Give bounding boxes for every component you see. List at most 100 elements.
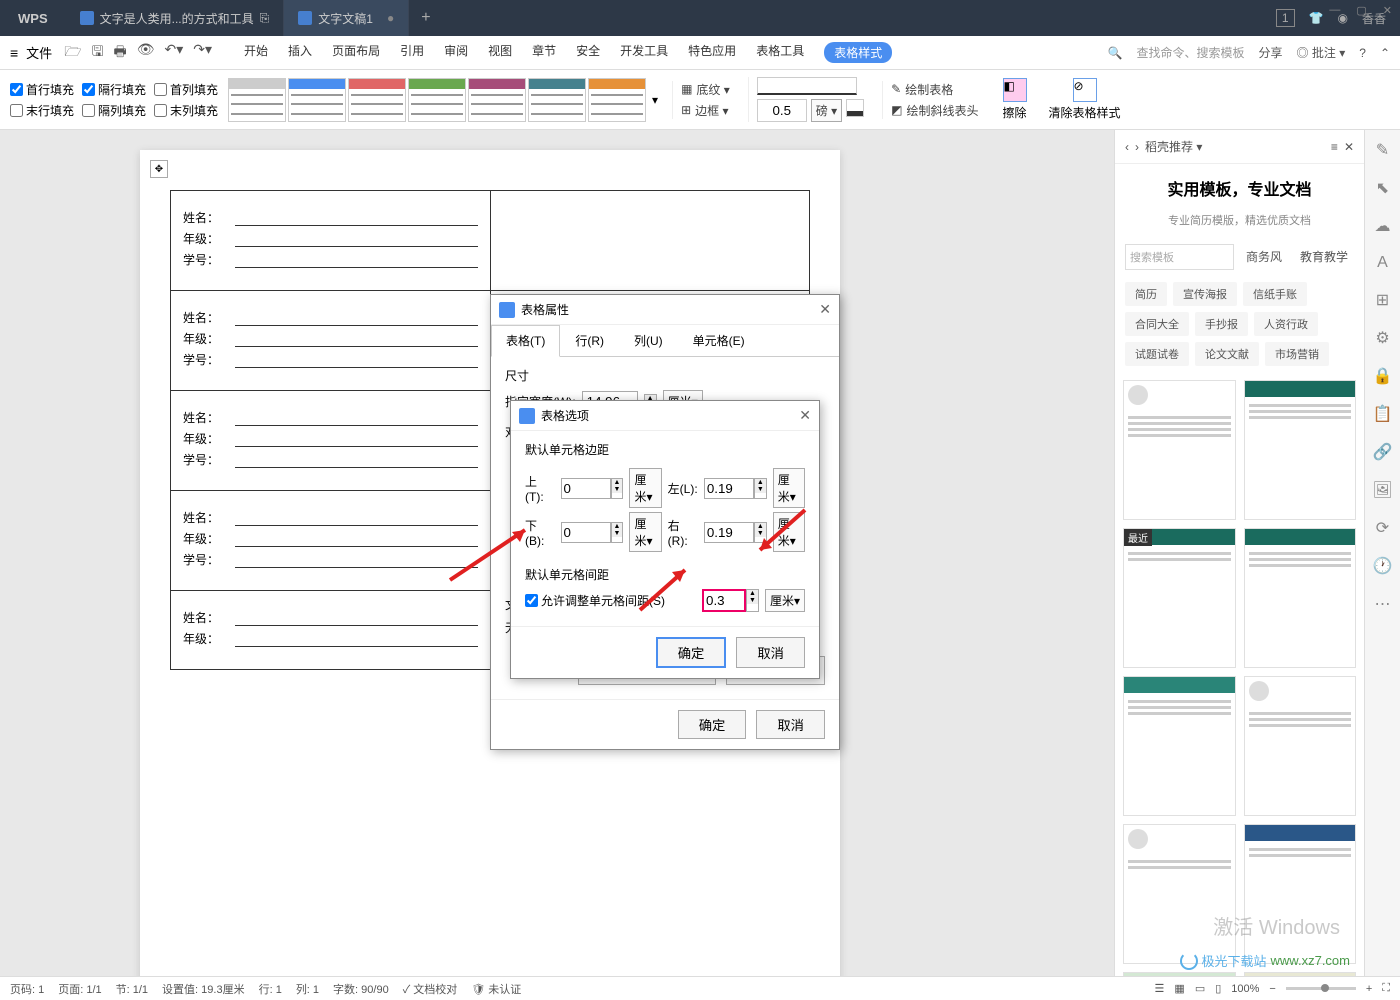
preview-icon[interactable]: 👁	[137, 41, 155, 65]
status-page-no[interactable]: 页码: 1	[10, 981, 44, 997]
unit[interactable]: 厘米▾	[773, 512, 805, 552]
cloud-icon[interactable]: ☁	[1375, 216, 1391, 236]
zoom-out-button[interactable]: −	[1269, 983, 1275, 995]
tab-dev-tools[interactable]: 开发工具	[620, 42, 668, 63]
select-icon[interactable]: ⬉	[1376, 178, 1389, 198]
help-button[interactable]: ?	[1359, 46, 1366, 60]
spinner[interactable]: ▲▼	[754, 522, 767, 543]
new-tab-button[interactable]: +	[409, 9, 442, 27]
table-cell[interactable]: 姓名： 年级： 学号：	[171, 191, 491, 291]
table-icon[interactable]: ⊞	[1376, 290, 1389, 310]
panel-nav-next-icon[interactable]: ›	[1135, 140, 1139, 154]
border-button[interactable]: ⊞边框 ▾	[681, 102, 730, 119]
last-row-fill-checkbox[interactable]: 末行填充	[10, 102, 74, 119]
status-col[interactable]: 列: 1	[296, 981, 319, 997]
print-icon[interactable]: 🖶	[114, 41, 127, 65]
table-move-handle[interactable]: ✥	[150, 160, 168, 178]
view-mode-icon[interactable]: ▦	[1174, 982, 1184, 995]
table-cell[interactable]: 姓名： 年级： 学号：	[171, 491, 491, 591]
template-search[interactable]: 搜索模板	[1125, 244, 1234, 270]
eraser-button[interactable]: ◧ 擦除	[997, 78, 1033, 121]
border-style-dropdown[interactable]	[757, 77, 857, 95]
tab-security[interactable]: 安全	[576, 42, 600, 63]
first-col-fill-checkbox[interactable]: 首列填充	[154, 81, 218, 98]
lock-icon[interactable]: 🔒	[1373, 366, 1393, 386]
tag-item[interactable]: 市场营销	[1265, 342, 1329, 366]
document-tab-2-active[interactable]: 文字文稿1 ●	[284, 0, 409, 36]
fullscreen-icon[interactable]: ⛶	[1382, 982, 1390, 995]
zoom-label[interactable]: 100%	[1231, 983, 1259, 995]
spinner[interactable]: ▲▼	[611, 522, 624, 543]
annotate-button[interactable]: ◎ 批注 ▾	[1297, 44, 1346, 61]
top-input[interactable]	[561, 478, 611, 499]
alt-row-fill-checkbox[interactable]: 隔行填充	[82, 81, 146, 98]
panel-close-icon[interactable]: ✕	[1344, 140, 1354, 154]
view-mode-icon[interactable]: ▭	[1195, 982, 1205, 995]
tag-item[interactable]: 手抄报	[1195, 312, 1248, 336]
view-mode-icon[interactable]: ▯	[1215, 982, 1221, 995]
spacing-input[interactable]	[702, 589, 746, 612]
panel-title[interactable]: 稻壳推荐 ▾	[1145, 138, 1202, 155]
refresh-icon[interactable]: ⟳	[1376, 518, 1389, 538]
settings-icon[interactable]: ⚙	[1375, 328, 1389, 348]
tag-item[interactable]: 信纸手账	[1243, 282, 1307, 306]
tab-table-tools[interactable]: 表格工具	[756, 42, 804, 63]
spinner[interactable]: ▲▼	[746, 589, 759, 612]
ok-button[interactable]: 确定	[678, 710, 747, 739]
unit[interactable]: 厘米▾	[629, 468, 661, 508]
status-setting[interactable]: 设置值: 19.3厘米	[162, 981, 245, 997]
panel-nav-prev-icon[interactable]: ‹	[1125, 140, 1129, 154]
style-thumb[interactable]	[288, 78, 346, 122]
template-thumb[interactable]	[1244, 824, 1357, 964]
style-thumb[interactable]	[408, 78, 466, 122]
shading-button[interactable]: ▦底纹 ▾	[681, 81, 730, 98]
alt-col-fill-checkbox[interactable]: 隔列填充	[82, 102, 146, 119]
tab-column[interactable]: 列(U)	[619, 325, 678, 356]
edit-icon[interactable]: ✎	[1376, 140, 1389, 160]
template-thumb[interactable]	[1123, 676, 1236, 816]
dialog-close-button[interactable]: ✕	[799, 407, 811, 424]
tab-reference[interactable]: 引用	[400, 42, 424, 63]
view-mode-icon[interactable]: ☰	[1155, 982, 1165, 995]
dialog-close-button[interactable]: ✕	[819, 301, 831, 318]
first-row-fill-checkbox[interactable]: 首行填充	[10, 81, 74, 98]
unit[interactable]: 厘米▾	[629, 512, 661, 552]
status-page[interactable]: 页面: 1/1	[58, 981, 101, 997]
style-thumb[interactable]	[528, 78, 586, 122]
tab-page-layout[interactable]: 页面布局	[332, 42, 380, 63]
text-icon[interactable]: A	[1377, 254, 1388, 272]
right-input[interactable]	[704, 522, 754, 543]
bottom-input[interactable]	[561, 522, 611, 543]
border-width-input[interactable]	[757, 99, 807, 122]
document-tab-1[interactable]: 文字是人类用...的方式和工具 ⎘	[66, 0, 285, 36]
unit[interactable]: 厘米▾	[765, 589, 805, 612]
draw-diagonal-button[interactable]: ◩绘制斜线表头	[891, 102, 978, 119]
table-cell[interactable]	[490, 191, 810, 291]
status-words[interactable]: 字数: 90/90	[333, 981, 389, 997]
template-thumb[interactable]	[1123, 824, 1236, 964]
tab-insert[interactable]: 插入	[288, 42, 312, 63]
filter-business[interactable]: 商务风	[1240, 244, 1288, 270]
status-section[interactable]: 节: 1/1	[116, 981, 148, 997]
hamburger-icon[interactable]: ≡	[10, 45, 18, 61]
notification-badge[interactable]: 1	[1276, 9, 1295, 27]
template-thumb[interactable]	[1244, 676, 1357, 816]
zoom-slider[interactable]	[1286, 987, 1356, 990]
cancel-button[interactable]: 取消	[756, 710, 825, 739]
status-auth[interactable]: 🛡 未认证	[471, 981, 521, 997]
table-cell[interactable]: 姓名： 年级：	[171, 591, 491, 670]
spinner[interactable]: ▲▼	[754, 478, 767, 499]
window-close[interactable]: ✕	[1383, 4, 1392, 17]
allow-spacing-checkbox[interactable]: 允许调整单元格间距(S)	[525, 592, 665, 609]
tab-start[interactable]: 开始	[244, 42, 268, 63]
table-cell[interactable]: 姓名： 年级： 学号：	[171, 291, 491, 391]
skin-icon[interactable]: 👕	[1309, 11, 1324, 25]
spinner[interactable]: ▲▼	[611, 478, 624, 499]
save-icon[interactable]: 🖫	[92, 41, 104, 65]
tab-section[interactable]: 章节	[532, 42, 556, 63]
undo-icon[interactable]: ↶▾	[165, 41, 184, 65]
window-maximize[interactable]: ▢	[1356, 4, 1366, 17]
template-thumb[interactable]	[1244, 528, 1357, 668]
more-icon[interactable]: ⋯	[1375, 594, 1391, 614]
cancel-button[interactable]: 取消	[736, 637, 805, 668]
